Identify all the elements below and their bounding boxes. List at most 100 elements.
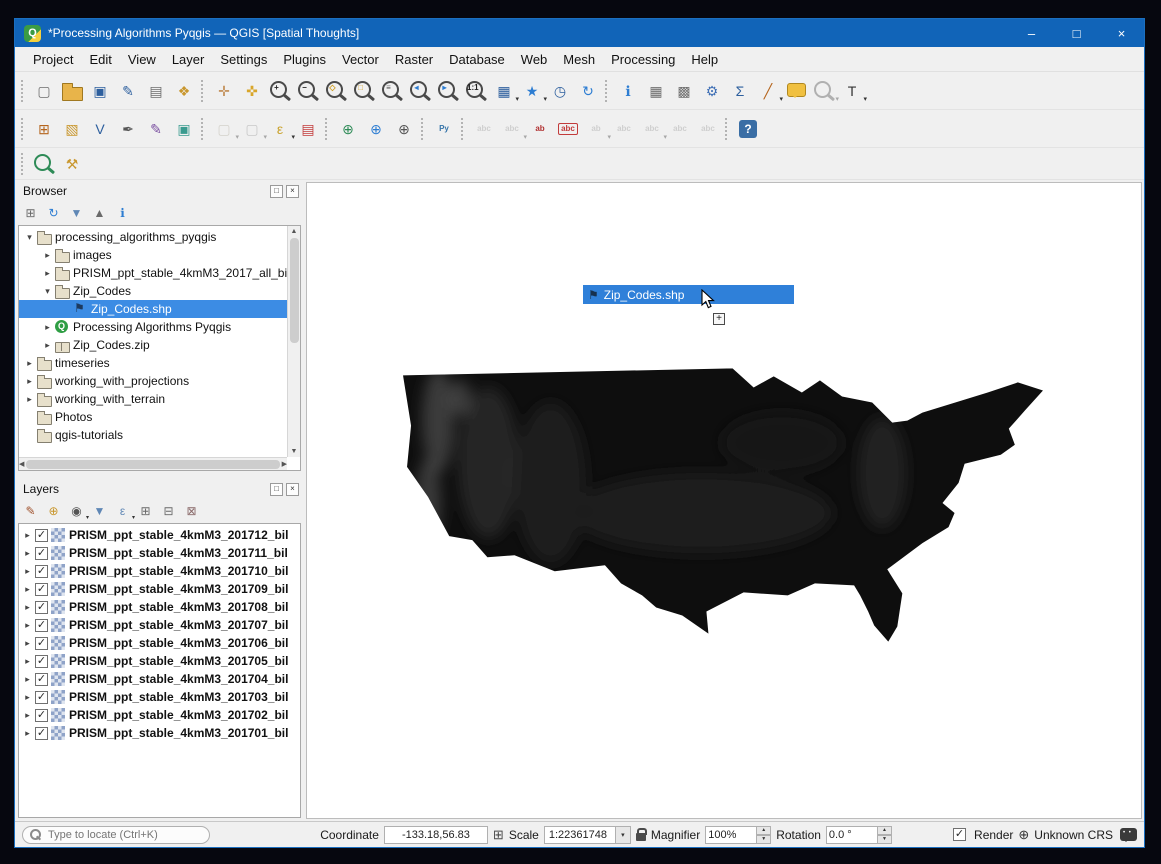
expander-icon[interactable]: ▸ — [23, 376, 36, 387]
filter-browser[interactable]: ▼ — [66, 202, 87, 223]
pan-map[interactable]: ✛ — [211, 78, 237, 104]
diagram-options[interactable]: abc — [695, 116, 721, 142]
collapse-all[interactable]: ⊟ — [158, 500, 179, 521]
browser-tree-item[interactable]: ▸ Zip_Codes.zip — [19, 336, 287, 354]
zoom-native-resolution[interactable]: 1:1 — [463, 78, 489, 104]
browser-tree-item[interactable]: Photos — [19, 408, 287, 426]
float-panel-icon[interactable]: □ — [270, 185, 283, 198]
scale-lock-icon[interactable] — [636, 833, 646, 841]
magnifier-input[interactable] — [705, 826, 757, 844]
layer-row[interactable]: PRISM_ppt_stable_4kmM3_201703_bil — [19, 688, 300, 706]
messages-icon[interactable] — [1120, 828, 1137, 841]
collapse-all[interactable]: ▲ — [89, 202, 110, 223]
scale-dropdown-icon[interactable] — [616, 826, 631, 844]
menu-item[interactable]: Database — [441, 49, 513, 70]
select-by-value[interactable]: ▤ — [295, 116, 321, 142]
layer-row[interactable]: PRISM_ppt_stable_4kmM3_201708_bil — [19, 598, 300, 616]
quickmap-search[interactable] — [31, 151, 57, 177]
layer-visibility-checkbox[interactable] — [35, 709, 48, 722]
layer-row[interactable]: PRISM_ppt_stable_4kmM3_201712_bil — [19, 526, 300, 544]
zoom-last[interactable]: ◂ — [407, 78, 433, 104]
toolbar-grip[interactable] — [21, 80, 26, 102]
rotation-input[interactable] — [826, 826, 878, 844]
menu-item[interactable]: Edit — [81, 49, 119, 70]
scale-combo[interactable]: 1:22361748 — [544, 826, 631, 844]
browser-tree-item[interactable]: ▾ processing_algorithms_pyqgis — [19, 228, 287, 246]
help[interactable]: ? — [735, 116, 761, 142]
expander-icon[interactable] — [21, 602, 34, 613]
field-calculator[interactable]: ▩ — [671, 78, 697, 104]
minimize-button[interactable]: – — [1009, 19, 1054, 47]
menu-item[interactable]: Layer — [164, 49, 213, 70]
layer-diagram[interactable]: abc — [499, 116, 525, 142]
expander-icon[interactable]: ▸ — [23, 394, 36, 405]
layer-labeling[interactable]: abc — [471, 116, 497, 142]
open-project[interactable] — [59, 78, 85, 104]
show-layout-manager[interactable]: ▤ — [143, 78, 169, 104]
expander-icon[interactable]: ▸ — [41, 268, 54, 279]
layer-row[interactable]: PRISM_ppt_stable_4kmM3_201704_bil — [19, 670, 300, 688]
identify-features[interactable]: ℹ — [615, 78, 641, 104]
menu-item[interactable]: Plugins — [275, 49, 334, 70]
menu-item[interactable]: View — [120, 49, 164, 70]
temporal-controller[interactable]: ◷ — [547, 78, 573, 104]
expander-icon[interactable] — [21, 584, 34, 595]
menu-item[interactable]: Processing — [603, 49, 683, 70]
add-selected-layers[interactable]: ⊞ — [20, 202, 41, 223]
select-features[interactable]: ▢ — [211, 116, 237, 142]
spin-down-icon[interactable] — [878, 835, 892, 844]
layer-row[interactable]: PRISM_ppt_stable_4kmM3_201710_bil — [19, 562, 300, 580]
browser-tree-item[interactable]: ▸ working_with_projections — [19, 372, 287, 390]
pan-to-selection[interactable]: ✜ — [239, 78, 265, 104]
toolbar-grip[interactable] — [201, 118, 206, 140]
processing-toolbox[interactable]: ⚙ — [699, 78, 725, 104]
toolbar-grip[interactable] — [21, 118, 26, 140]
filter-by-expression[interactable]: ε — [112, 500, 133, 521]
title-bar[interactable]: Q *Processing Algorithms Pyqgis — QGIS [… — [15, 19, 1144, 47]
menu-item[interactable]: Project — [25, 49, 81, 70]
expander-icon[interactable] — [21, 530, 34, 541]
expand-all[interactable]: ⊞ — [135, 500, 156, 521]
manage-map-themes[interactable]: ◉ — [66, 500, 87, 521]
close-panel-icon[interactable]: × — [286, 483, 299, 496]
open-layer-styling[interactable]: ✎ — [20, 500, 41, 521]
layer-visibility-checkbox[interactable] — [35, 601, 48, 614]
browser-tree-item[interactable]: qgis-tutorials — [19, 426, 287, 444]
layer-visibility-checkbox[interactable] — [35, 691, 48, 704]
expander-icon[interactable] — [21, 674, 34, 685]
browser-tree-item[interactable]: ▾ Zip_Codes — [19, 282, 287, 300]
scrollbar-thumb[interactable] — [26, 460, 279, 469]
layer-row[interactable]: PRISM_ppt_stable_4kmM3_201702_bil — [19, 706, 300, 724]
zoom-full-extent[interactable]: ◇ — [323, 78, 349, 104]
scroll-left-icon[interactable]: ◀ — [19, 459, 24, 470]
layer-visibility-checkbox[interactable] — [35, 529, 48, 542]
pin-labels[interactable]: ab — [527, 116, 553, 142]
open-attribute-table[interactable]: ▦ — [643, 78, 669, 104]
new-print-layout[interactable]: ✎ — [115, 78, 141, 104]
plugin-tools[interactable]: ⚒ — [59, 151, 85, 177]
toolbar-grip[interactable] — [725, 118, 730, 140]
layer-visibility-checkbox[interactable] — [35, 547, 48, 560]
scroll-up-icon[interactable]: ▲ — [291, 226, 298, 237]
change-label-properties[interactable]: abc — [639, 116, 665, 142]
layer-visibility-checkbox[interactable] — [35, 565, 48, 578]
python-console[interactable]: Py — [431, 116, 457, 142]
layer-visibility-checkbox[interactable] — [35, 583, 48, 596]
expander-icon[interactable] — [21, 656, 34, 667]
zoom-next[interactable]: ▸ — [435, 78, 461, 104]
close-button[interactable]: × — [1099, 19, 1144, 47]
scroll-down-icon[interactable]: ▼ — [291, 446, 298, 457]
browser-tree-item[interactable]: ▸ timeseries — [19, 354, 287, 372]
browser-tree-item[interactable]: ▸ Processing Algorithms Pyqgis — [19, 318, 287, 336]
new-project[interactable]: ▢ — [31, 78, 57, 104]
zoom-in[interactable]: + — [267, 78, 293, 104]
magnifier-spinbox[interactable] — [705, 826, 771, 844]
browser-tree-item[interactable]: Zip_Codes.shp — [19, 300, 287, 318]
new-temporary-scratch-layer[interactable]: ▣ — [171, 116, 197, 142]
locate-input[interactable] — [46, 828, 202, 842]
browser-tree-item[interactable]: ▸ working_with_terrain — [19, 390, 287, 408]
layer-visibility-checkbox[interactable] — [35, 637, 48, 650]
deselect-features[interactable]: ▢ — [239, 116, 265, 142]
layer-visibility-checkbox[interactable] — [35, 727, 48, 740]
expander-icon[interactable] — [21, 566, 34, 577]
